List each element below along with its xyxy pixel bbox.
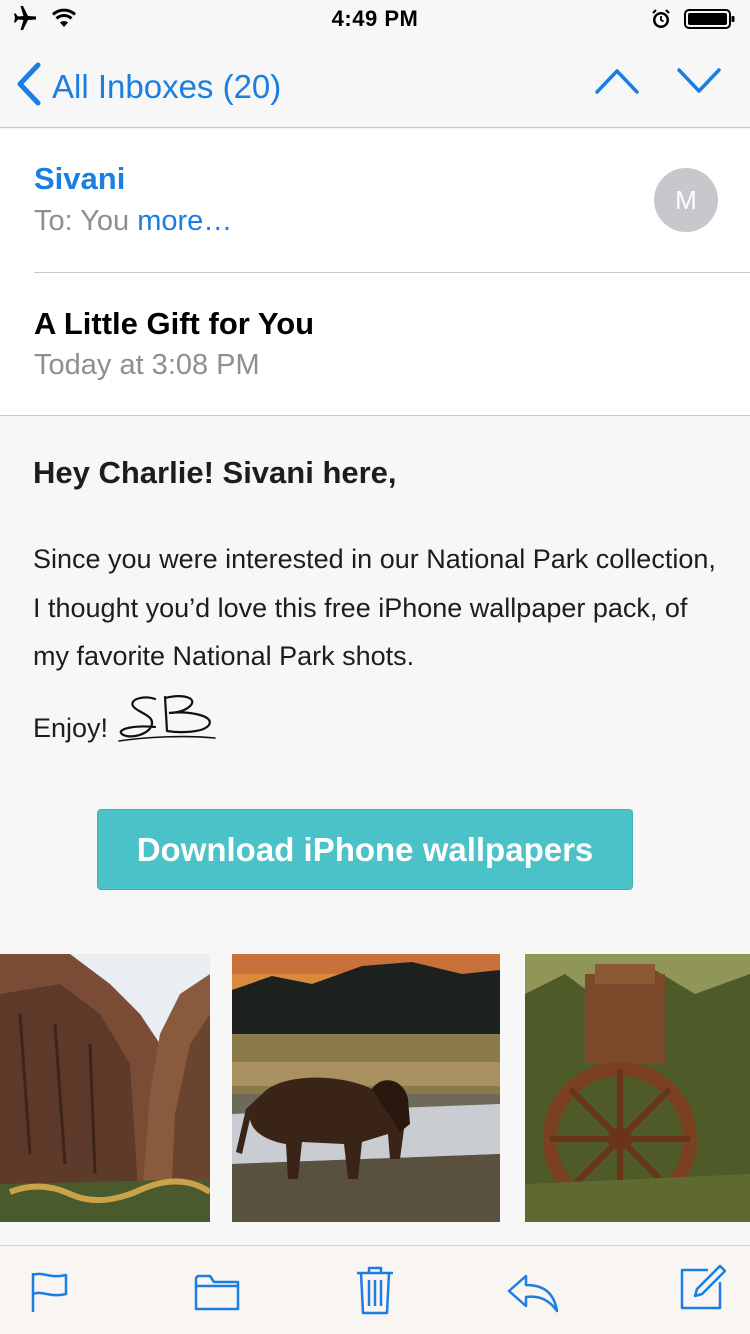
trash-icon[interactable] [355, 1264, 395, 1321]
status-bar: 4:49 PM [0, 0, 750, 40]
greeting: Hey Charlie! Sivani here, [33, 455, 397, 490]
chevron-left-icon [16, 62, 42, 111]
to-label: To: [34, 205, 73, 237]
nav-bar: All Inboxes (20) [0, 40, 750, 128]
sender-name[interactable]: Sivani [34, 161, 125, 197]
folder-icon[interactable] [194, 1272, 240, 1317]
message-header: Sivani To: You more… M A Little Gift for… [0, 129, 750, 416]
download-wallpapers-button[interactable]: Download iPhone wallpapers [97, 809, 633, 890]
bison-photo[interactable] [232, 954, 500, 1222]
message-body: Hey Charlie! Sivani here, Since you were… [0, 417, 750, 1245]
canyon-photo[interactable] [0, 954, 210, 1222]
alarm-icon [650, 8, 672, 35]
back-label: All Inboxes (20) [52, 67, 282, 105]
bottom-toolbar [0, 1245, 750, 1334]
flag-icon[interactable] [30, 1270, 70, 1319]
body-paragraph: Since you were interested in our Nationa… [33, 544, 716, 671]
reply-icon[interactable] [506, 1273, 560, 1318]
chevron-up-icon[interactable] [595, 66, 639, 101]
signoff: Enjoy! [33, 713, 109, 743]
status-right [650, 8, 736, 35]
to-value: You [80, 205, 130, 237]
message-subject: A Little Gift for You [34, 306, 315, 341]
message-date: Today at 3:08 PM [34, 349, 260, 381]
avatar: M [654, 168, 718, 232]
compose-icon[interactable] [678, 1264, 727, 1317]
status-time: 4:49 PM [331, 6, 419, 31]
signature-image [115, 689, 225, 756]
rusty-machine-photo[interactable] [525, 954, 750, 1222]
chevron-down-icon[interactable] [677, 66, 721, 101]
back-button[interactable]: All Inboxes (20) [16, 62, 281, 111]
battery-icon [684, 8, 736, 35]
recipient-line: To: You more… [34, 205, 232, 238]
header-divider [34, 272, 750, 273]
more-recipients-link[interactable]: more… [137, 205, 232, 237]
